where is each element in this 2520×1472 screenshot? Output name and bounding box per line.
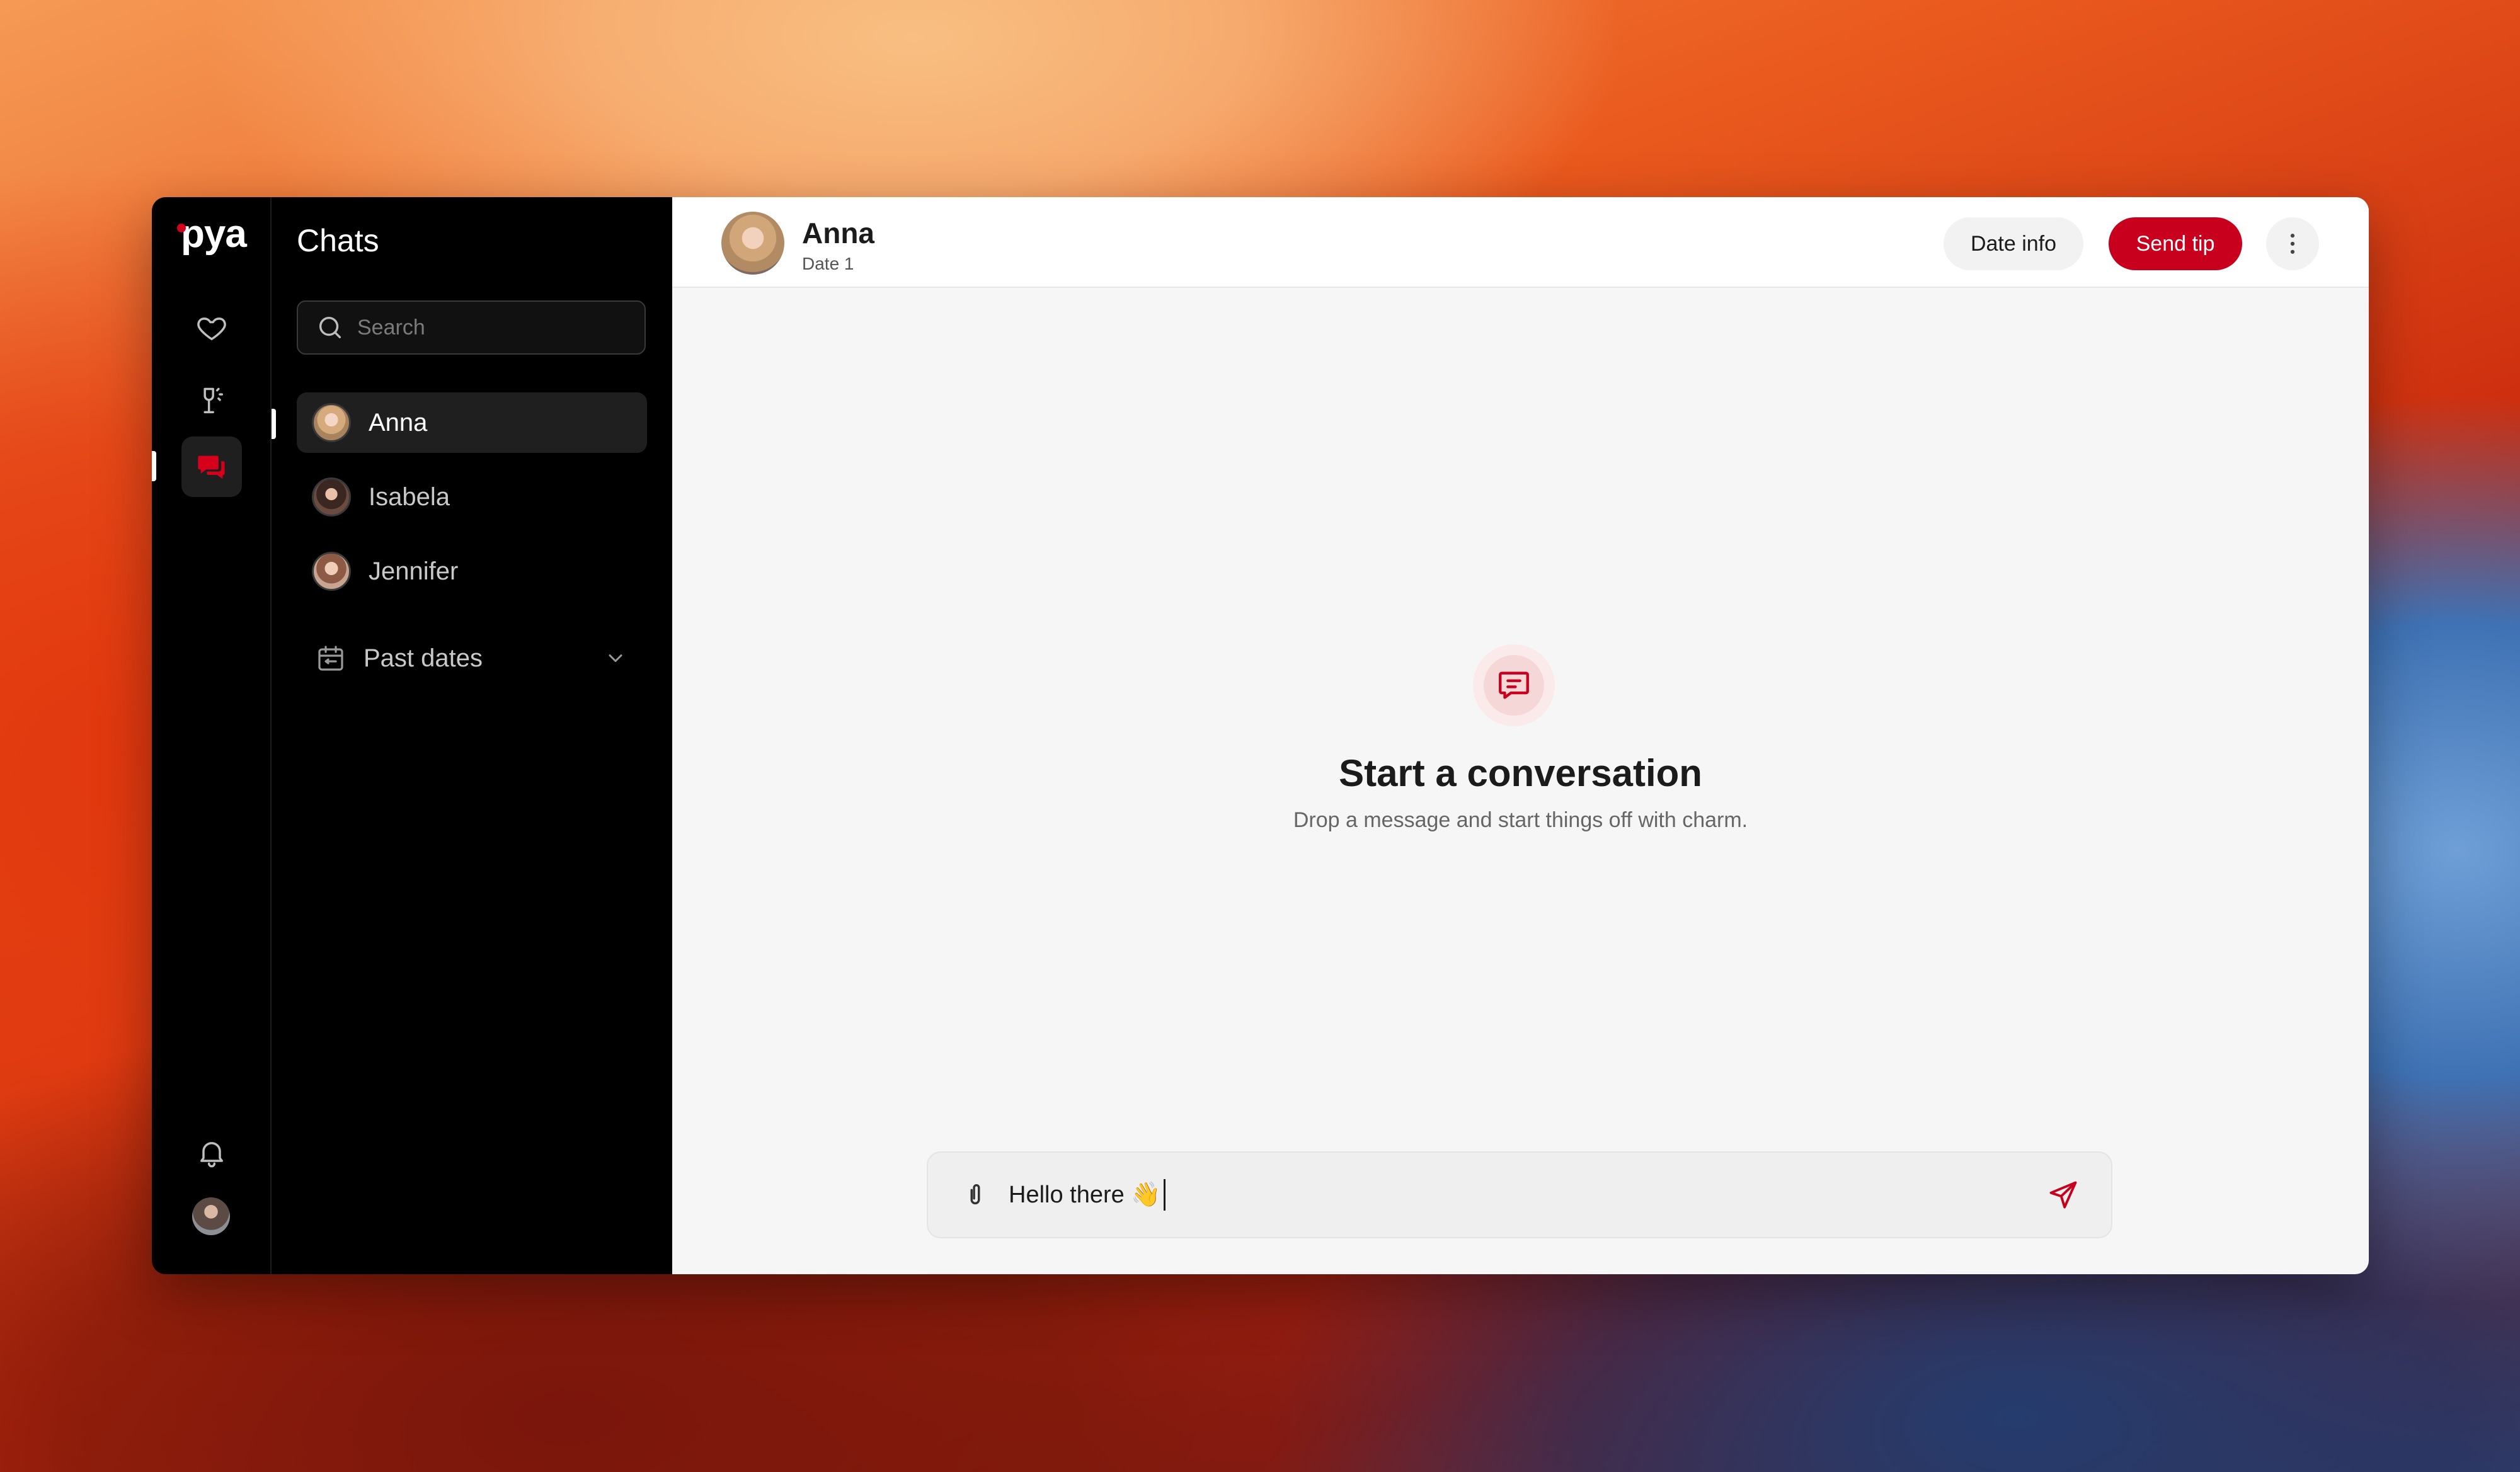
rail-item-chats[interactable] <box>181 436 242 497</box>
avatar[interactable] <box>721 212 784 275</box>
chat-name: Jennifer <box>369 557 459 585</box>
chat-item-anna[interactable]: Anna <box>297 392 647 453</box>
send-tip-button[interactable]: Send tip <box>2109 217 2242 270</box>
chat-item-jennifer[interactable]: Jennifer <box>297 541 647 602</box>
chevron-down-icon <box>609 654 622 662</box>
chats-panel: Chats Anna Isabela Jennifer <box>272 197 672 1274</box>
empty-state-icon-wrap <box>1473 644 1555 726</box>
logo-dot <box>177 224 186 232</box>
logo-text: pya <box>181 212 247 256</box>
bell-icon <box>200 1142 223 1168</box>
avatar <box>312 552 351 591</box>
rail-active-indicator <box>152 451 156 481</box>
past-dates-label: Past dates <box>364 644 483 672</box>
champagne-icon <box>203 387 223 414</box>
more-options-button[interactable] <box>2266 217 2319 270</box>
text-caret <box>1163 1179 1166 1211</box>
paperclip-icon[interactable] <box>961 1180 990 1209</box>
past-dates-toggle[interactable]: Past dates <box>297 633 647 683</box>
message-input-value: Hello there 👋 <box>1009 1182 1161 1208</box>
user-avatar[interactable] <box>192 1197 230 1235</box>
chats-title: Chats <box>297 223 379 258</box>
empty-state-icon-inner <box>1484 655 1544 716</box>
empty-state-title: Start a conversation <box>1339 752 1702 794</box>
nav-rail: pya <box>152 197 272 1274</box>
message-icon <box>1499 671 1529 699</box>
avatar <box>312 477 351 516</box>
empty-state-subtitle: Drop a message and start things off with… <box>1293 808 1748 832</box>
send-icon[interactable] <box>2047 1178 2080 1211</box>
conversation-header: Anna Date 1 Date info Send tip <box>672 197 2369 288</box>
chat-bubbles-icon <box>198 455 225 479</box>
message-input[interactable]: Hello there 👋 <box>1009 1179 2047 1211</box>
rail-item-favorites[interactable] <box>181 298 242 358</box>
avatar <box>312 403 351 442</box>
app-window: pya Chats Search Anna Isabela Jennifer P… <box>152 197 2369 1274</box>
search-box[interactable] <box>297 300 646 355</box>
calendar-icon <box>318 646 343 671</box>
message-composer[interactable]: Hello there 👋 <box>927 1151 2112 1238</box>
chat-name: Isabela <box>369 482 450 511</box>
chat-item-isabela[interactable]: Isabela <box>297 467 647 527</box>
date-info-button[interactable]: Date info <box>1944 217 2083 270</box>
search-input[interactable] <box>356 314 623 341</box>
chat-selected-indicator <box>272 409 276 439</box>
contact-subtitle: Date 1 <box>802 254 854 273</box>
app-logo[interactable]: pya <box>177 212 247 256</box>
rail-item-notifications[interactable] <box>181 1122 242 1183</box>
chat-name: Anna <box>369 408 428 436</box>
more-vertical-icon <box>2290 234 2295 254</box>
contact-name: Anna <box>802 217 874 249</box>
search-icon <box>319 316 341 339</box>
heart-icon <box>197 317 226 341</box>
rail-item-dates[interactable] <box>181 371 242 431</box>
conversation-panel: Anna Date 1 Date info Send tip Start a c… <box>672 197 2369 1274</box>
